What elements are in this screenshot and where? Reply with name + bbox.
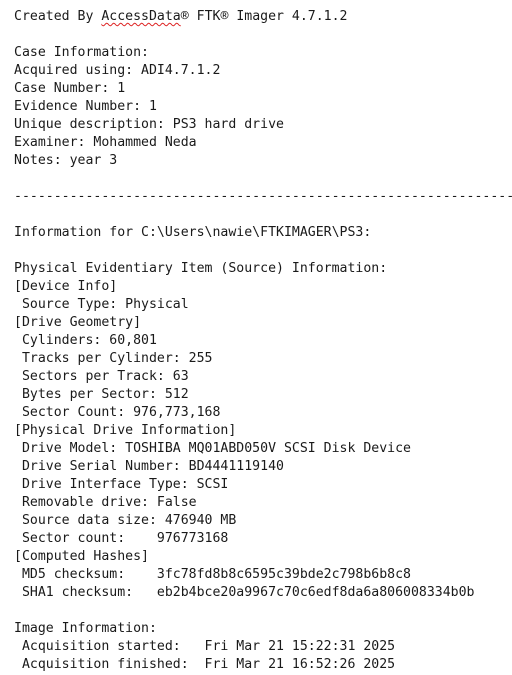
header-company-spellcheck: AccessData: [101, 9, 181, 24]
drive-geometry-section: [Drive Geometry]: [14, 315, 142, 330]
separator-line: ----------------------------------------…: [14, 189, 512, 204]
report-header: Created By AccessData® FTK® Imager 4.7.1…: [14, 8, 347, 26]
physical-drive-info-section: [Physical Drive Information]: [14, 423, 237, 438]
md5-checksum: MD5 checksum: 3fc78fd8b8c6595c39bde2c798…: [14, 567, 411, 582]
unique-description: Unique description: PS3 hard drive: [14, 117, 284, 132]
sectors-per-track: Sectors per Track: 63: [14, 369, 189, 384]
cylinders: Cylinders: 60,801: [14, 333, 157, 348]
sector-count: Sector Count: 976,773,168: [14, 405, 221, 420]
sector-count-raw: Sector count: 976773168: [14, 531, 229, 546]
acquired-using: Acquired using: ADI4.7.1.2: [14, 63, 221, 78]
header-suffix: ® FTK® Imager 4.7.1.2: [180, 9, 348, 24]
tracks-per-cylinder: Tracks per Cylinder: 255: [14, 351, 213, 366]
ftk-report-document[interactable]: Created By AccessData® FTK® Imager 4.7.1…: [0, 0, 512, 675]
header-prefix: Created By: [14, 9, 102, 24]
examiner: Examiner: Mohammed Neda: [14, 135, 197, 150]
computed-hashes-section: [Computed Hashes]: [14, 549, 149, 564]
image-info-heading: Image Information:: [14, 621, 157, 636]
evidence-number: Evidence Number: 1: [14, 99, 157, 114]
drive-serial-number: Drive Serial Number: BD4441119140: [14, 459, 284, 474]
source-type: Source Type: Physical: [14, 297, 189, 312]
case-number: Case Number: 1: [14, 81, 126, 96]
information-for: Information for C:\Users\nawie\FTKIMAGER…: [14, 225, 372, 240]
drive-model: Drive Model: TOSHIBA MQ01ABD050V SCSI Di…: [14, 441, 411, 456]
case-info-heading: Case Information:: [14, 45, 149, 60]
acquisition-started: Acquisition started: Fri Mar 21 15:22:31…: [14, 639, 396, 654]
device-info-section: [Device Info]: [14, 279, 118, 294]
acquisition-finished: Acquisition finished: Fri Mar 21 16:52:2…: [14, 657, 396, 672]
drive-interface-type: Drive Interface Type: SCSI: [14, 477, 229, 492]
notes: Notes: year 3: [14, 153, 118, 168]
sha1-checksum: SHA1 checksum: eb2b4bce20a9967c70c6edf8d…: [14, 585, 475, 600]
physical-item-heading: Physical Evidentiary Item (Source) Infor…: [14, 261, 388, 276]
bytes-per-sector: Bytes per Sector: 512: [14, 387, 189, 402]
source-data-size: Source data size: 476940 MB: [14, 513, 237, 528]
removable-drive: Removable drive: False: [14, 495, 197, 510]
